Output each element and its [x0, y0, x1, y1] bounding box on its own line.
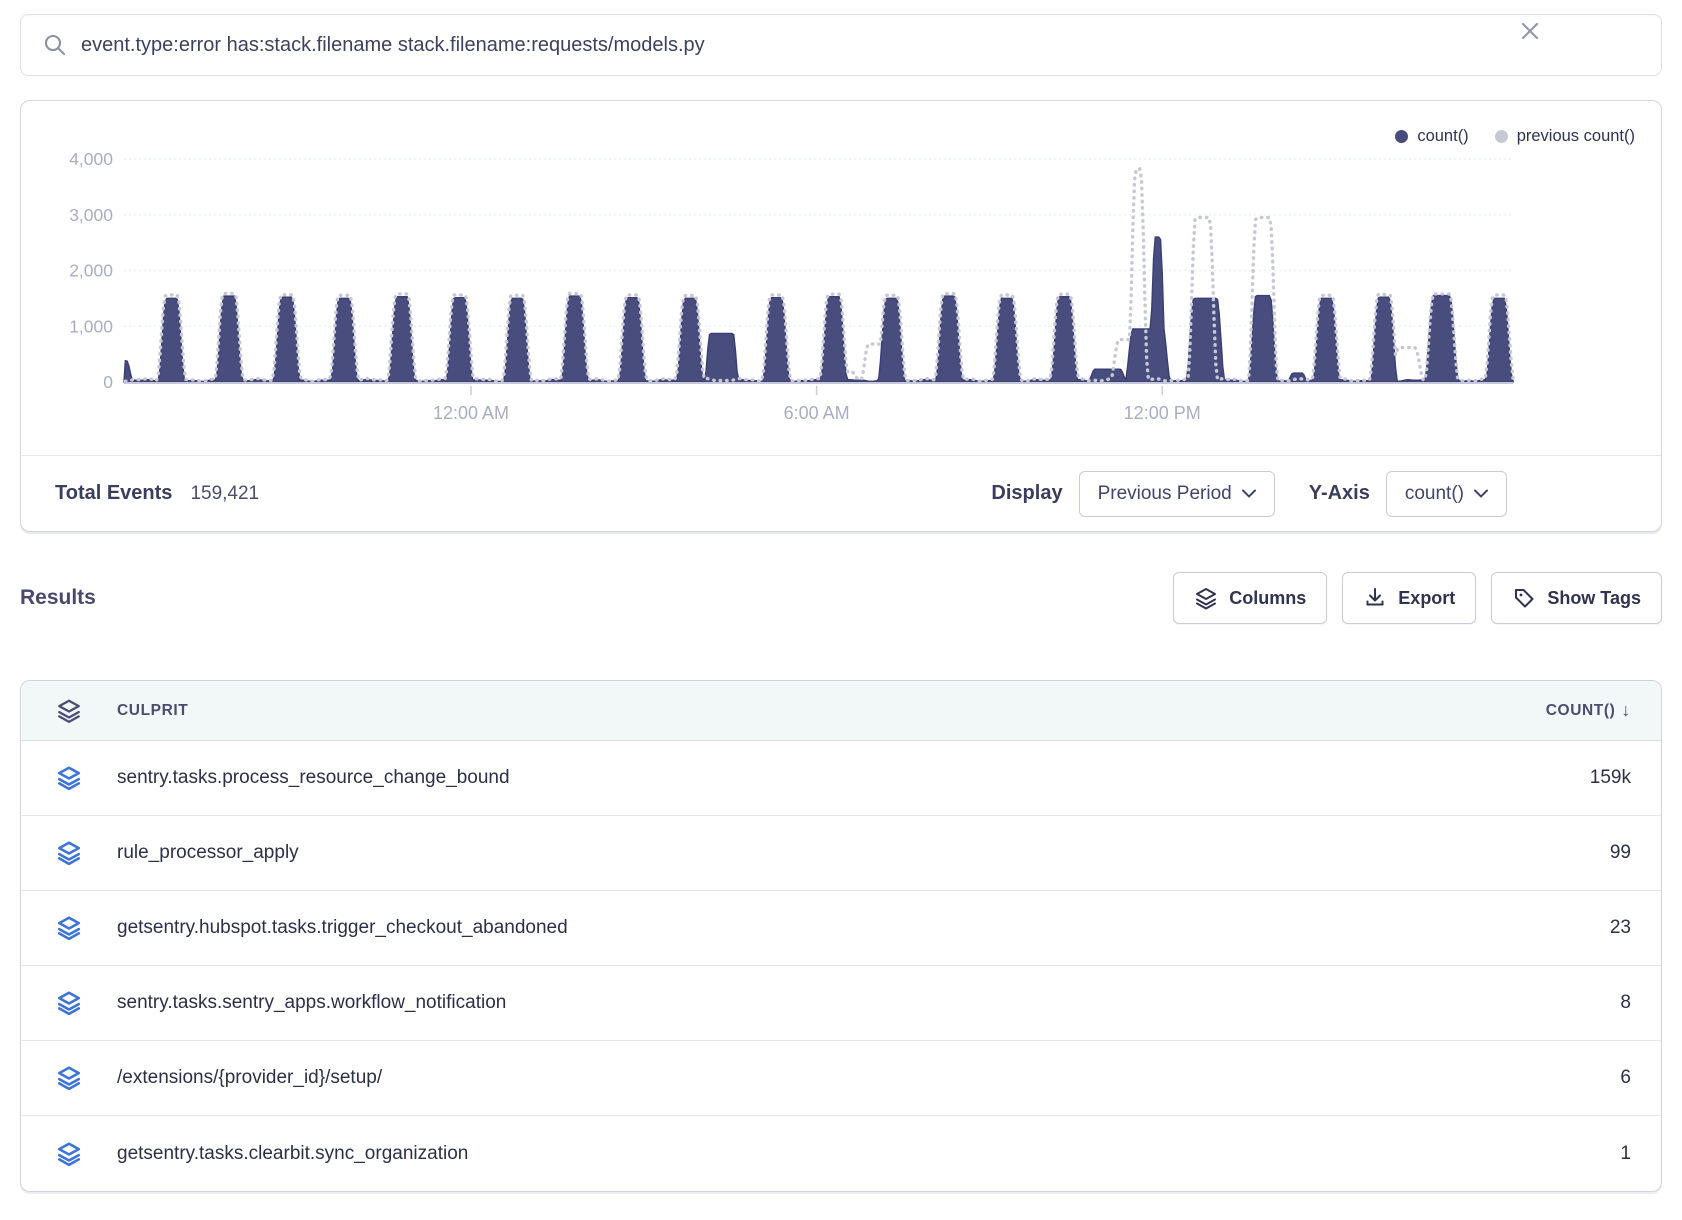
- show-tags-button[interactable]: Show Tags: [1491, 572, 1662, 624]
- export-button[interactable]: Export: [1342, 572, 1476, 624]
- columns-button[interactable]: Columns: [1173, 572, 1327, 624]
- table-row: rule_processor_apply 99: [21, 816, 1661, 891]
- y-axis-selected-value: count(): [1405, 483, 1464, 505]
- chevron-down-icon: [1474, 489, 1488, 498]
- culprit-cell: getsentry.tasks.clearbit.sync_organizati…: [117, 1143, 468, 1165]
- y-axis-tick-label: 3,000: [69, 205, 113, 225]
- legend-item-count[interactable]: count(): [1395, 127, 1468, 146]
- layers-icon[interactable]: [21, 990, 117, 1016]
- chart-footer: Total Events 159,421 Display Previous Pe…: [21, 455, 1661, 531]
- results-bar: Results Columns Export Show Tags: [20, 566, 1662, 630]
- display-selected-value: Previous Period: [1098, 483, 1232, 505]
- table-row: /extensions/{provider_id}/setup/6: [21, 1041, 1661, 1116]
- export-button-label: Export: [1398, 588, 1455, 609]
- sort-desc-icon: ↓: [1621, 700, 1631, 721]
- close-icon[interactable]: [1518, 19, 1542, 43]
- layers-icon[interactable]: [21, 765, 117, 791]
- legend-label: count(): [1417, 127, 1468, 146]
- count-cell: 99: [1610, 842, 1661, 864]
- x-axis-tick-label: 12:00 AM: [433, 403, 509, 423]
- events-time-series-chart[interactable]: 0 1,000 2,000 3,000 4,000 12:00 AM 6:00 AM 12:0…: [21, 101, 1661, 446]
- y-axis-label: Y-Axis: [1309, 482, 1370, 505]
- count-cell: 159k: [1590, 767, 1661, 789]
- legend-item-previous-count[interactable]: previous count(): [1495, 127, 1635, 146]
- show-tags-button-label: Show Tags: [1547, 588, 1641, 609]
- x-axis-tick-label: 6:00 AM: [784, 403, 850, 423]
- total-events-label: Total Events: [55, 482, 172, 505]
- layers-icon[interactable]: [21, 1141, 117, 1167]
- search-input[interactable]: event.type:error has:stack.filename stac…: [81, 34, 1639, 57]
- y-axis-tick-label: 4,000: [69, 149, 113, 169]
- count-cell: 23: [1610, 917, 1661, 939]
- legend-label: previous count(): [1517, 127, 1635, 146]
- culprit-cell: sentry.tasks.process_resource_change_bou…: [117, 767, 510, 789]
- table-row: getsentry.tasks.clearbit.sync_organizati…: [21, 1116, 1661, 1191]
- search-icon: [43, 33, 67, 57]
- count-series-dot: [1395, 130, 1408, 143]
- y-axis-select[interactable]: count(): [1386, 471, 1507, 517]
- display-label: Display: [991, 482, 1062, 505]
- culprit-cell: getsentry.hubspot.tasks.trigger_checkout…: [117, 917, 568, 939]
- table-row: sentry.tasks.process_resource_change_bou…: [21, 741, 1661, 816]
- tag-icon: [1512, 586, 1536, 610]
- events-chart-panel: 0 1,000 2,000 3,000 4,000 12:00 AM 6:00 AM 12:0…: [20, 100, 1662, 532]
- y-axis-tick-label: 2,000: [69, 261, 113, 281]
- search-bar[interactable]: event.type:error has:stack.filename stac…: [20, 14, 1662, 76]
- results-table: CULPRIT COUNT() ↓ sentry.tasks.process_r…: [20, 680, 1662, 1192]
- y-axis-tick-label: 1,000: [69, 316, 113, 336]
- culprit-cell: /extensions/{provider_id}/setup/: [117, 1067, 382, 1089]
- count-series-area: [124, 237, 1513, 382]
- column-header-count[interactable]: COUNT() ↓: [1546, 700, 1661, 721]
- layers-icon: [56, 698, 82, 724]
- previous-count-series-dot: [1495, 130, 1508, 143]
- chart-legend: count() previous count(): [1395, 127, 1635, 146]
- layers-icon[interactable]: [21, 915, 117, 941]
- count-cell: 6: [1620, 1067, 1661, 1089]
- total-events-value: 159,421: [190, 483, 259, 505]
- results-title: Results: [20, 586, 96, 610]
- x-axis-tick-label: 12:00 PM: [1124, 403, 1201, 423]
- culprit-cell: rule_processor_apply: [117, 842, 299, 864]
- chevron-down-icon: [1242, 489, 1256, 498]
- columns-button-label: Columns: [1229, 588, 1306, 609]
- culprit-cell: sentry.tasks.sentry_apps.workflow_notifi…: [117, 992, 506, 1014]
- layers-icon[interactable]: [21, 1065, 117, 1091]
- display-select[interactable]: Previous Period: [1079, 471, 1275, 517]
- download-icon: [1363, 586, 1387, 610]
- layers-icon: [1194, 586, 1218, 610]
- count-cell: 8: [1620, 992, 1661, 1014]
- table-row: sentry.tasks.sentry_apps.workflow_notifi…: [21, 966, 1661, 1041]
- layers-icon[interactable]: [21, 840, 117, 866]
- table-header-row: CULPRIT COUNT() ↓: [21, 681, 1661, 741]
- column-header-culprit[interactable]: CULPRIT: [117, 702, 188, 720]
- table-row: getsentry.hubspot.tasks.trigger_checkout…: [21, 891, 1661, 966]
- count-header-label: COUNT(): [1546, 702, 1616, 720]
- y-axis-tick-label: 0: [103, 372, 113, 392]
- count-cell: 1: [1620, 1143, 1661, 1165]
